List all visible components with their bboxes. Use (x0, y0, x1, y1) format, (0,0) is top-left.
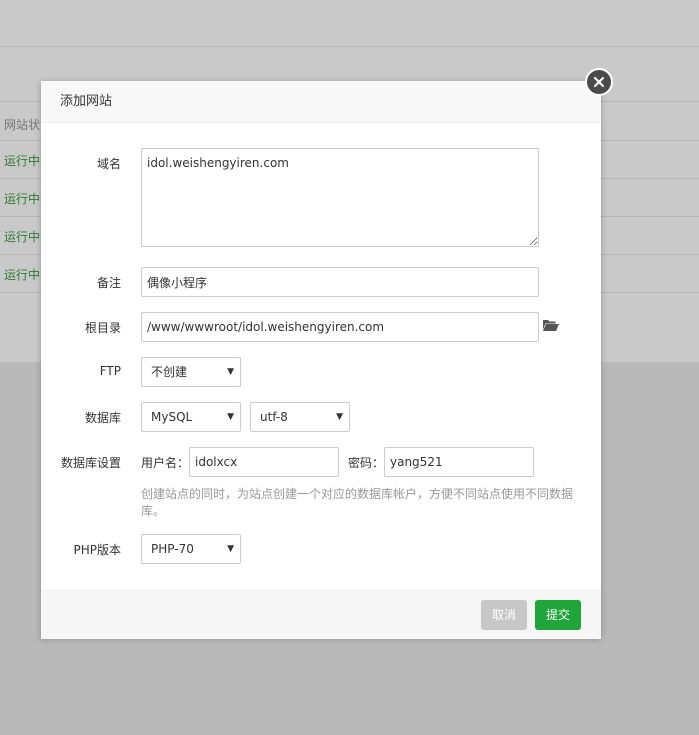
root-label: 根目录 (84, 321, 121, 335)
username-label: 用户名： (141, 456, 190, 470)
caret-down-icon: ▼ (227, 367, 234, 377)
add-site-dialog: 添加网站 域名 idol.weishengyiren.com 备注 根目录 FT… (41, 81, 601, 639)
folder-open-icon[interactable] (543, 319, 559, 331)
caret-down-icon: ▼ (336, 412, 343, 422)
bg-status-text: 运行中 (4, 230, 41, 244)
close-icon (593, 76, 605, 88)
php-version-select[interactable]: PHP-70 ▼ (141, 534, 241, 564)
bg-status-text: 运行中 (4, 268, 41, 282)
charset-select[interactable]: utf-8 ▼ (250, 402, 350, 432)
db-settings-hint: 创建站点的同时，为站点创建一个对应的数据库帐户，方便不同站点使用不同数据库。 (141, 487, 574, 518)
php-version-value: PHP-70 (151, 542, 194, 556)
cancel-button[interactable]: 取消 (481, 600, 527, 630)
database-type-value: MySQL (151, 410, 193, 424)
ftp-select-value: 不创建 (151, 365, 188, 379)
note-input[interactable] (141, 267, 539, 297)
caret-down-icon: ▼ (227, 544, 234, 554)
bg-table-header: 网站状 (4, 118, 41, 132)
caret-down-icon: ▼ (227, 412, 234, 422)
charset-value: utf-8 (260, 410, 288, 424)
submit-button[interactable]: 提交 (535, 600, 581, 630)
domain-label: 域名 (96, 157, 121, 171)
dialog-footer: 取消 提交 (41, 590, 601, 639)
db-username-input[interactable] (189, 447, 339, 477)
note-label: 备注 (96, 276, 121, 290)
bg-status-text: 运行中 (4, 154, 41, 168)
db-password-input[interactable] (384, 447, 534, 477)
php-version-label: PHP版本 (73, 543, 122, 557)
ftp-label: FTP (99, 364, 121, 378)
root-dir-input[interactable] (141, 312, 539, 342)
db-settings-label: 数据库设置 (60, 456, 121, 470)
bg-status-text: 运行中 (4, 192, 41, 206)
dialog-title: 添加网站 (41, 81, 601, 123)
domain-textarea[interactable]: idol.weishengyiren.com (141, 148, 539, 247)
bg-divider (0, 46, 699, 47)
close-dialog-button[interactable] (585, 68, 613, 96)
ftp-select[interactable]: 不创建 ▼ (141, 357, 241, 387)
database-label: 数据库 (84, 411, 121, 425)
database-type-select[interactable]: MySQL ▼ (141, 402, 241, 432)
password-label: 密码： (348, 456, 385, 470)
